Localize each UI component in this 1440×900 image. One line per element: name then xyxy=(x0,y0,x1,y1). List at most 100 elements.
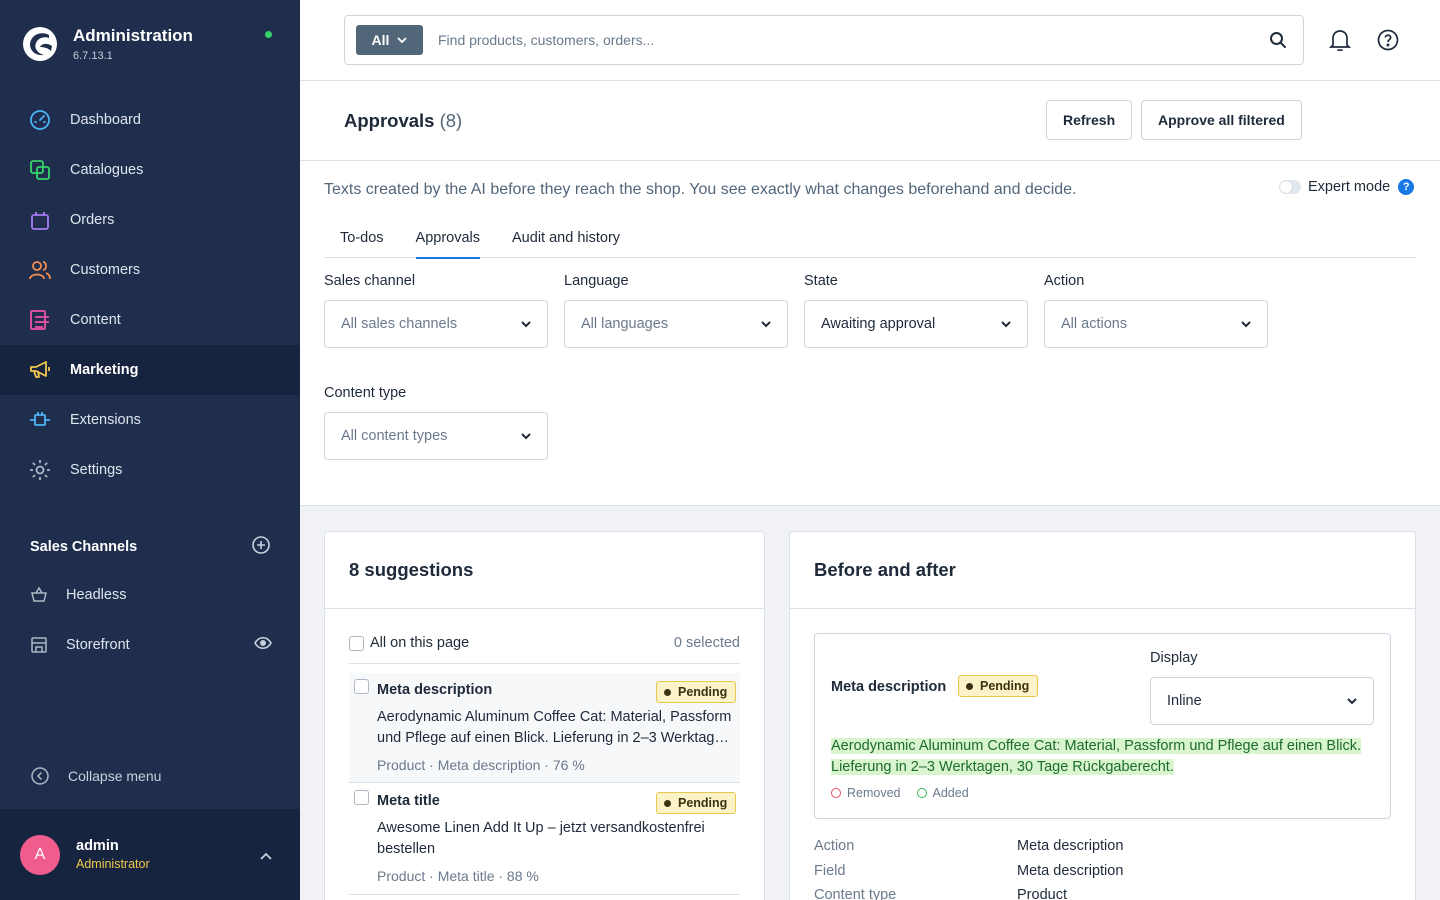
search-button[interactable] xyxy=(1253,16,1303,64)
shopware-logo-icon xyxy=(23,27,57,61)
search-scope-select[interactable]: All xyxy=(356,25,423,55)
status-badge: Pending xyxy=(656,681,737,703)
sidebar-item-label: Extensions xyxy=(70,412,141,428)
action-select[interactable]: All actions xyxy=(1044,300,1268,348)
sales-channel-select[interactable]: All sales channels xyxy=(324,300,548,348)
user-menu[interactable]: A admin Administrator xyxy=(0,809,300,900)
sidebar-item-label: Content xyxy=(70,312,121,328)
brand[interactable]: Administration 6.7.13.1 xyxy=(22,24,193,64)
storefront-icon xyxy=(29,633,49,657)
select-all-label: All on this page xyxy=(370,635,470,651)
user-name: admin xyxy=(76,838,119,854)
user-role: Administrator xyxy=(76,857,150,871)
approve-all-filtered-button[interactable]: Approve all filtered xyxy=(1141,100,1302,140)
filter-label: Action xyxy=(1044,273,1085,289)
basket-icon xyxy=(29,583,49,607)
sales-channels-title: Sales Channels xyxy=(30,539,138,555)
shopping-bag-icon xyxy=(28,208,52,232)
expert-mode-toggle[interactable] xyxy=(1279,180,1301,194)
suggestion-text: Awesome Linen Add It Up – jetzt versandk… xyxy=(377,820,705,857)
suggestion-checkbox[interactable] xyxy=(354,679,369,694)
select-all-control[interactable]: All on this page xyxy=(349,635,469,651)
filter-language: Language All languages xyxy=(564,273,788,348)
state-select[interactable]: Awaiting approval xyxy=(804,300,1028,348)
selected-count: 0 selected xyxy=(673,635,740,651)
search-scope-label: All xyxy=(371,32,390,48)
suggestions-title: 8 suggestions xyxy=(325,532,764,609)
chevron-down-icon xyxy=(521,320,531,327)
sales-channels-header: Sales Channels xyxy=(30,536,270,558)
tab-to-dos[interactable]: To-dos xyxy=(324,217,400,258)
content-type-select[interactable]: All content types xyxy=(324,412,548,460)
filter-content-type: Content type All content types xyxy=(324,385,548,460)
sidebar-item-content[interactable]: Content xyxy=(0,295,300,345)
chevron-down-icon xyxy=(1001,320,1011,327)
sidebar-item-customers[interactable]: Customers xyxy=(0,245,300,295)
list-item[interactable]: Meta description Pending Aerodynamic Alu… xyxy=(349,673,740,783)
filter-label: Language xyxy=(564,273,629,289)
added-marker xyxy=(916,788,927,798)
filter-sales-channel: Sales channel All sales channels xyxy=(324,273,548,348)
before-after-title: Before and after xyxy=(790,532,1415,609)
diff-card: Meta description Pending Display Inline … xyxy=(814,633,1391,819)
chevron-down-icon xyxy=(521,432,531,439)
display-mode: Display Inline xyxy=(1150,650,1374,725)
sidebar-item-extensions[interactable]: Extensions xyxy=(0,395,300,445)
sidebar-item-catalogues[interactable]: Catalogues xyxy=(0,145,300,195)
display-mode-select[interactable]: Inline xyxy=(1150,677,1374,725)
chevron-down-icon xyxy=(1241,320,1251,327)
detail-row-field: Field Meta description xyxy=(814,863,1124,879)
legend-added: Added xyxy=(916,786,969,800)
sales-channel-label: Storefront xyxy=(66,637,130,653)
sidebar-item-marketing[interactable]: Marketing xyxy=(0,345,300,395)
info-icon[interactable]: ? xyxy=(1398,179,1415,195)
suggestions-list-header: All on this page 0 selected xyxy=(349,635,740,664)
sidebar-item-label: Catalogues xyxy=(70,162,144,178)
filter-label: Content type xyxy=(324,385,407,401)
sidebar-item-orders[interactable]: Orders xyxy=(0,195,300,245)
refresh-button[interactable]: Refresh xyxy=(1046,100,1133,140)
search-input[interactable] xyxy=(438,32,1253,48)
gauge-icon xyxy=(28,108,52,132)
tab-approvals[interactable]: Approvals xyxy=(400,217,496,259)
chevron-left-circle-icon xyxy=(30,764,50,788)
catalogue-icon xyxy=(28,158,52,182)
chevron-down-icon xyxy=(1347,697,1357,704)
before-after-panel: Before and after Meta description Pendin… xyxy=(789,531,1416,900)
search-icon xyxy=(1270,32,1286,48)
filter-label: Sales channel xyxy=(324,273,416,289)
suggestion-title: Meta title xyxy=(377,793,440,809)
add-sales-channel-icon[interactable] xyxy=(252,536,270,558)
help-button[interactable] xyxy=(1375,27,1401,53)
tab-audit-and-history[interactable]: Audit and history xyxy=(496,217,636,258)
collapse-menu-button[interactable]: Collapse menu xyxy=(30,764,161,788)
chevron-down-icon xyxy=(397,36,408,43)
approvals-count: (8) xyxy=(439,110,463,131)
expert-mode-label: Expert mode xyxy=(1308,179,1391,195)
suggestion-meta: Product · Meta description · 76 % xyxy=(377,757,585,773)
suggestions-panel: 8 suggestions All on this page 0 selecte… xyxy=(324,531,765,900)
sales-channel-storefront[interactable]: Storefront xyxy=(0,620,300,670)
language-select[interactable]: All languages xyxy=(564,300,788,348)
legend-removed: Removed xyxy=(831,786,901,800)
sidebar-item-label: Settings xyxy=(70,462,123,478)
filter-label: State xyxy=(804,273,838,289)
sidebar-item-settings[interactable]: Settings xyxy=(0,445,300,495)
megaphone-icon xyxy=(28,358,52,382)
notifications-button[interactable] xyxy=(1327,27,1353,53)
select-all-checkbox[interactable] xyxy=(349,635,364,651)
detail-row-action: Action Meta description xyxy=(814,838,1124,854)
app-title: Administration xyxy=(73,26,193,45)
suggestion-meta: Product · Meta title · 88 % xyxy=(377,868,539,884)
sidebar-item-dashboard[interactable]: Dashboard xyxy=(0,95,300,145)
sidebar-item-label: Marketing xyxy=(70,362,139,378)
detail-row-content-type: Content type Product xyxy=(814,887,1067,900)
chevron-up-icon[interactable] xyxy=(260,847,272,863)
top-bar: All xyxy=(300,0,1440,81)
diff-field-name: Meta description xyxy=(831,679,947,695)
list-item[interactable]: Meta title Pending Awesome Linen Add It … xyxy=(349,784,740,895)
sales-channel-headless[interactable]: Headless xyxy=(0,570,300,620)
eye-icon[interactable] xyxy=(254,636,272,653)
suggestion-checkbox[interactable] xyxy=(354,790,369,805)
status-badge: Pending xyxy=(656,792,737,814)
